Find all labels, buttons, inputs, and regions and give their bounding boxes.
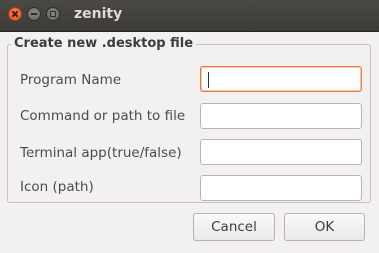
command-path-label: Command or path to file [20,108,186,124]
cancel-button[interactable]: Cancel [193,213,275,241]
command-path-input[interactable] [200,103,362,129]
icon-path-input[interactable] [200,175,362,201]
terminal-app-input[interactable] [200,139,362,165]
program-name-label: Program Name [20,72,122,88]
icon-path-label: Icon (path) [20,179,94,195]
text-caret [208,72,209,88]
minimize-icon[interactable] [27,7,41,21]
ok-button[interactable]: OK [284,213,365,241]
form-title: Create new .desktop file [11,36,197,51]
title-bar: zenity [0,0,379,32]
program-name-input[interactable] [200,66,362,92]
maximize-icon[interactable] [46,7,60,21]
terminal-app-label: Terminal app(true/false) [20,145,182,161]
window-title: zenity [74,6,123,22]
close-icon[interactable] [8,7,22,21]
